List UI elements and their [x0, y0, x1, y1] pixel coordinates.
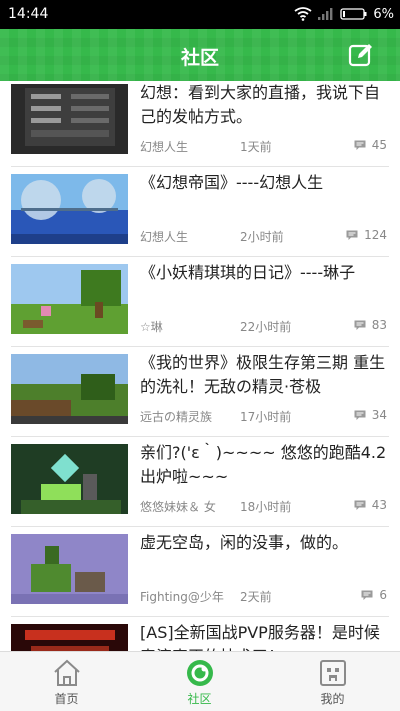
app-bar: 社区 — [0, 29, 400, 81]
status-icons: 6% — [294, 5, 394, 23]
comment-icon — [346, 230, 358, 240]
post-comments: 124 — [346, 228, 387, 242]
post-author: 幻想人生 — [140, 230, 189, 244]
comment-count: 45 — [371, 138, 387, 152]
battery-percent: 6% — [373, 6, 394, 22]
home-icon — [54, 659, 80, 686]
list-item[interactable]: 亲们?('ε｀)~~~~ 悠悠的跑酷4.2出炉啦~~~ 悠悠妹妹＆ 女 18小时… — [0, 437, 400, 527]
post-time: 2小时前 — [240, 230, 284, 244]
comment-count: 124 — [364, 228, 387, 242]
page-title: 社区 — [180, 47, 219, 69]
tab-community[interactable]: 社区 — [133, 652, 266, 711]
compose-button[interactable] — [348, 42, 374, 68]
post-thumbnail — [11, 534, 128, 604]
post-meta: Fighting@少年 2天前 6 — [140, 588, 390, 606]
comment-count: 43 — [371, 498, 387, 512]
post-comments: 45 — [354, 138, 387, 152]
post-author: 幻想人生 — [140, 140, 189, 154]
post-meta: 幻想人生 2小时前 124 — [140, 228, 390, 246]
list-item[interactable]: 《我的世界》极限生存第三期 重生的洗礼！无敌の精灵·苍极 远古の精灵族 17小时… — [0, 347, 400, 437]
post-meta: 远古の精灵族 17小时前 34 — [140, 408, 390, 426]
post-title: 虚无空岛，闲的没事，做的。 — [140, 533, 349, 552]
tab-home[interactable]: 首页 — [0, 652, 133, 711]
comment-count: 83 — [371, 318, 387, 332]
post-thumbnail — [11, 444, 128, 514]
post-meta: ☆琳 22小时前 83 — [140, 318, 390, 336]
bottom-tab-bar: 首页 社区 我的 — [0, 651, 400, 711]
post-time: 1天前 — [240, 140, 272, 154]
post-thumbnail — [11, 624, 128, 651]
battery-icon — [340, 8, 367, 20]
post-time: 18小时前 — [240, 500, 292, 514]
post-title: 《小妖精琪琪的日记》----琳子 — [140, 263, 356, 282]
post-thumbnail — [11, 264, 128, 334]
post-comments: 83 — [354, 318, 387, 332]
profile-icon — [320, 660, 346, 686]
list-item[interactable]: 幻想：看到大家的直播，我说下自己的发帖方式。 幻想人生 1天前 45 — [0, 81, 400, 167]
post-author: ☆琳 — [140, 320, 163, 334]
post-comments: 43 — [354, 498, 387, 512]
post-comments: 34 — [354, 408, 387, 422]
list-item[interactable]: [AS]全新国战PVP服务器！是时候表演真正的技术了！ — [0, 617, 400, 651]
list-item[interactable]: 《幻想帝国》----幻想人生 幻想人生 2小时前 124 — [0, 167, 400, 257]
post-meta: 悠悠妹妹＆ 女 18小时前 43 — [140, 498, 390, 516]
wifi-icon — [294, 7, 312, 21]
post-thumbnail — [11, 174, 128, 244]
post-author: 悠悠妹妹＆ 女 — [140, 500, 216, 514]
tab-label: 首页 — [54, 692, 79, 706]
post-title: 《我的世界》极限生存第三期 重生的洗礼！无敌の精灵·苍极 — [140, 353, 386, 396]
tab-profile[interactable]: 我的 — [266, 652, 399, 711]
post-thumbnail — [11, 84, 128, 154]
post-comments: 6 — [361, 588, 387, 602]
comment-icon — [354, 410, 366, 420]
post-author: Fighting@少年 — [140, 590, 224, 604]
post-time: 17小时前 — [240, 410, 292, 424]
post-meta: 幻想人生 1天前 45 — [140, 138, 390, 156]
list-item[interactable]: 《小妖精琪琪的日记》----琳子 ☆琳 22小时前 83 — [0, 257, 400, 347]
post-title: [AS]全新国战PVP服务器！是时候表演真正的技术了！ — [140, 623, 380, 651]
post-title: 幻想：看到大家的直播，我说下自己的发帖方式。 — [140, 83, 381, 126]
tab-label: 社区 — [187, 692, 212, 706]
post-time: 22小时前 — [240, 320, 292, 334]
signal-icon — [318, 8, 333, 20]
post-time: 2天前 — [240, 590, 272, 604]
comment-count: 34 — [371, 408, 387, 422]
post-title: 《幻想帝国》----幻想人生 — [140, 173, 324, 192]
list-item[interactable]: 虚无空岛，闲的没事，做的。 Fighting@少年 2天前 6 — [0, 527, 400, 617]
status-bar: 14:44 6% — [0, 0, 400, 29]
tab-label: 我的 — [320, 692, 345, 706]
post-title: 亲们?('ε｀)~~~~ 悠悠的跑酷4.2出炉啦~~~ — [140, 443, 387, 486]
comment-count: 6 — [379, 588, 387, 602]
community-icon — [187, 660, 213, 686]
comment-icon — [354, 140, 366, 150]
comment-icon — [361, 590, 373, 600]
compose-icon — [348, 44, 372, 67]
post-thumbnail — [11, 354, 128, 424]
comment-icon — [354, 320, 366, 330]
comment-icon — [354, 500, 366, 510]
post-author: 远古の精灵族 — [140, 410, 213, 424]
status-time: 14:44 — [8, 6, 49, 22]
post-list[interactable]: 幻想：看到大家的直播，我说下自己的发帖方式。 幻想人生 1天前 45 《幻想帝国… — [0, 81, 400, 651]
